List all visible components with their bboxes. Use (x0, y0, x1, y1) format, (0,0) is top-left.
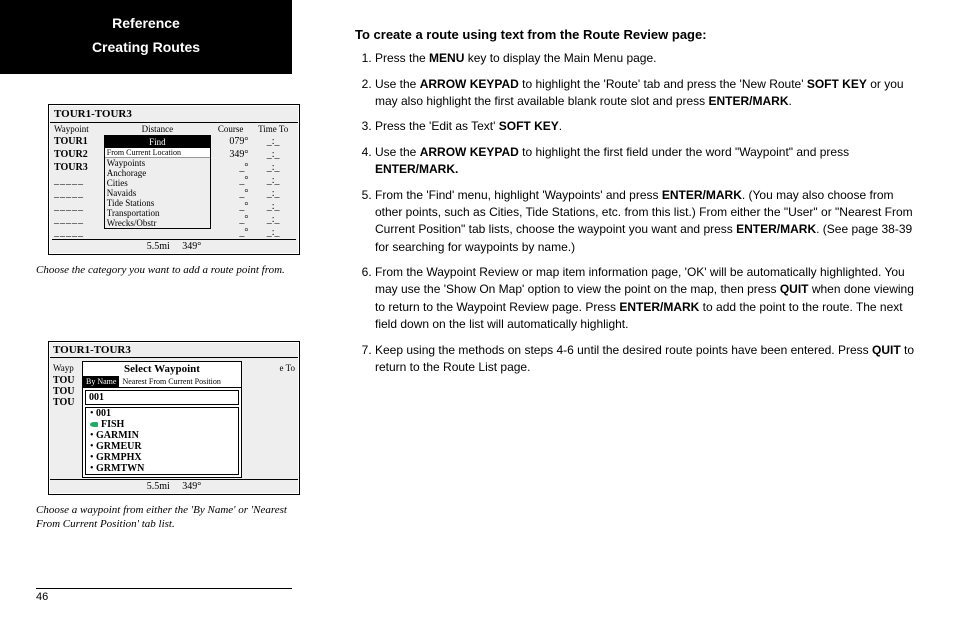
page-number: 46 (36, 588, 292, 603)
main-heading: To create a route using text from the Ro… (355, 26, 915, 44)
fb-left-head: Wayp (53, 363, 74, 373)
section-header: Reference Creating Routes (0, 0, 292, 74)
blank-row: _____ (52, 174, 104, 187)
blank-row: _____ (52, 213, 104, 226)
col-course: Course (211, 123, 250, 135)
tour2: TOUR2 (52, 148, 104, 161)
figure-b-wrap: TOUR1-TOUR3 Wayp e To TOU TOU TOU Select… (48, 341, 300, 495)
fb-right-head: e To (280, 363, 295, 373)
list-item[interactable]: 001 (86, 408, 238, 419)
course-2: 349° (211, 148, 250, 161)
tour1: TOUR1 (52, 135, 104, 148)
list-item[interactable]: GRMTWN (86, 463, 238, 474)
list-item[interactable]: GRMEUR (86, 441, 238, 452)
left-column: Reference Creating Routes TOUR1-TOUR3 Wa… (0, 0, 330, 621)
figure-a-footer: 5.5mi 349° (52, 239, 296, 253)
blank-row: _____ (52, 187, 104, 200)
list-item[interactable]: GARMIN (86, 430, 238, 441)
tab-nearest[interactable]: Nearest From Current Position (119, 376, 223, 387)
blank-row: _____ (52, 200, 104, 213)
step-2: Use the ARROW KEYPAD to highlight the 'R… (375, 76, 915, 111)
fish-icon (90, 422, 98, 427)
section-title-1: Reference (10, 12, 282, 36)
step-4: Use the ARROW KEYPAD to highlight the fi… (375, 144, 915, 179)
menu-cities[interactable]: Cities (105, 178, 210, 188)
menu-waypoints[interactable]: Waypoints (105, 158, 210, 168)
section-title-2: Creating Routes (10, 36, 282, 60)
select-waypoint-popup: Select Waypoint By Name Nearest From Cur… (82, 361, 242, 478)
course-3: _° (211, 161, 250, 174)
figure-b-title: TOUR1-TOUR3 (50, 343, 298, 358)
fb-footer-dist: 5.5mi (147, 481, 170, 492)
figure-a-wrap: TOUR1-TOUR3 Waypoint Distance Course Tim… (48, 104, 300, 255)
menu-wrecks[interactable]: Wrecks/Obstr (105, 218, 210, 228)
figure-a: TOUR1-TOUR3 Waypoint Distance Course Tim… (50, 106, 298, 253)
waypoint-name-input[interactable]: 001 (85, 390, 239, 405)
figure-a-title: TOUR1-TOUR3 (50, 106, 298, 123)
menu-anchorage[interactable]: Anchorage (105, 168, 210, 178)
menu-tidestations[interactable]: Tide Stations (105, 198, 210, 208)
steps-list: Press the MENU key to display the Main M… (355, 50, 915, 376)
course-1: 079° (211, 135, 250, 148)
figure-a-caption: Choose the category you want to add a ro… (36, 263, 300, 277)
figure-b: TOUR1-TOUR3 Wayp e To TOU TOU TOU Select… (50, 343, 298, 493)
col-timeto: Time To (250, 123, 296, 135)
tab-byname[interactable]: By Name (83, 376, 119, 387)
find-menu-title: Find (105, 136, 210, 148)
figure-a-border: TOUR1-TOUR3 Waypoint Distance Course Tim… (48, 104, 300, 255)
tour3: TOUR3 (52, 161, 104, 174)
fb-footer-bearing: 349° (182, 481, 201, 492)
figure-a-table: Waypoint Distance Course Time To TOUR1 F… (52, 123, 296, 239)
footer-bearing: 349° (182, 241, 201, 252)
step-6: From the Waypoint Review or map item inf… (375, 264, 915, 334)
dot-3: _:_ (250, 161, 296, 174)
figure-b-caption: Choose a waypoint from either the 'By Na… (36, 503, 300, 532)
menu-transportation[interactable]: Transportation (105, 208, 210, 218)
figure-b-footer: 5.5mi 349° (50, 479, 298, 493)
find-menu-sub: From Current Location (105, 148, 210, 158)
list-item[interactable]: FISH (86, 419, 238, 430)
main-content: To create a route using text from the Ro… (355, 26, 915, 384)
fb-tour-abbrev: TOU TOU TOU (53, 375, 75, 408)
step-5: From the 'Find' menu, highlight 'Waypoin… (375, 187, 915, 257)
dot-1: _:_ (250, 135, 296, 148)
step-7: Keep using the methods on steps 4-6 unti… (375, 342, 915, 377)
figure-b-border: TOUR1-TOUR3 Wayp e To TOU TOU TOU Select… (48, 341, 300, 495)
step-3: Press the 'Edit as Text' SOFT KEY. (375, 118, 915, 135)
col-waypoint: Waypoint (52, 123, 104, 135)
waypoint-list: 001 FISH GARMIN GRMEUR GRMPHX GRMTWN (85, 407, 239, 475)
dot-2: _:_ (250, 148, 296, 161)
step-1: Press the MENU key to display the Main M… (375, 50, 915, 67)
find-menu: Find From Current Location Waypoints Anc… (104, 135, 211, 229)
list-item[interactable]: GRMPHX (86, 452, 238, 463)
col-distance: Distance (104, 123, 211, 135)
popup-tabs: By Name Nearest From Current Position (83, 376, 241, 388)
popup-title: Select Waypoint (83, 362, 241, 376)
blank-row: _____ (52, 226, 104, 239)
menu-navaids[interactable]: Navaids (105, 188, 210, 198)
footer-dist: 5.5mi (147, 241, 170, 252)
